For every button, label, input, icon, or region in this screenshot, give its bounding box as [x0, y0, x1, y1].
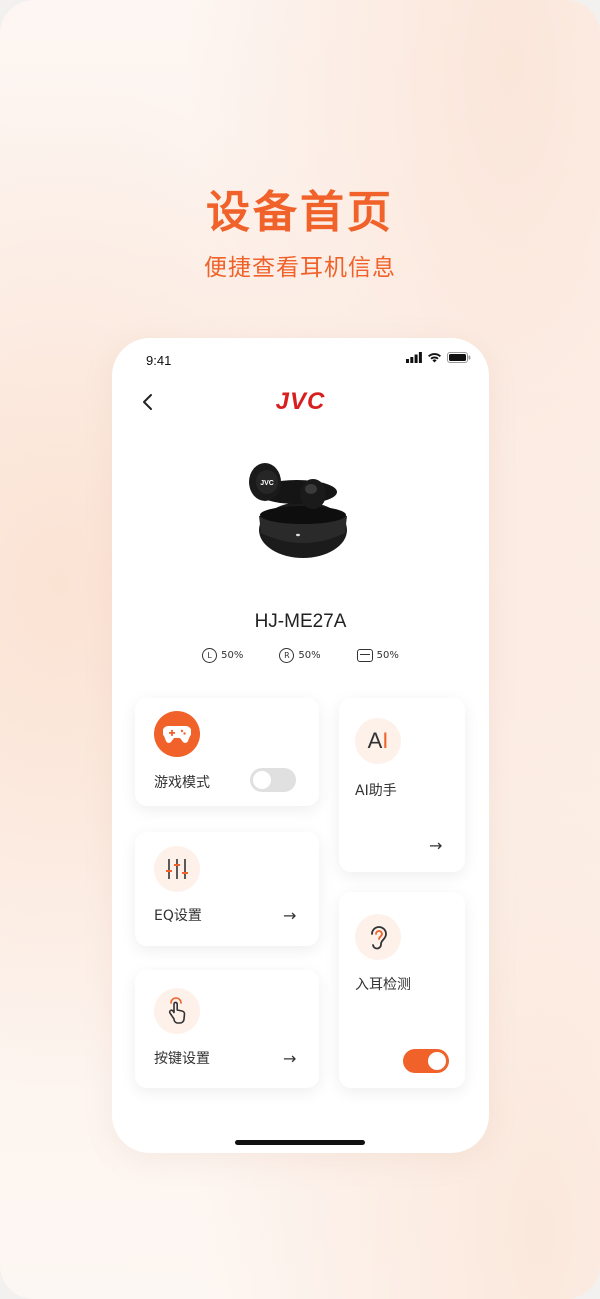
eq-icon-bubble: [154, 846, 200, 892]
battery-case: 50%: [356, 648, 399, 663]
signal-icon: [406, 352, 422, 363]
left-earbud-icon: L: [202, 648, 218, 663]
toggle-knob: [253, 771, 271, 789]
eq-card[interactable]: EQ设置 →: [135, 832, 319, 946]
battery-right: R 50%: [279, 648, 321, 663]
battery-right-value: 50%: [298, 650, 321, 661]
touch-icon: [168, 997, 186, 1024]
case-icon: [356, 649, 373, 662]
home-indicator[interactable]: [235, 1140, 365, 1145]
in-ear-card: 入耳检测: [339, 892, 465, 1088]
earbuds-image: JVC: [249, 463, 347, 558]
svg-text:JVC: JVC: [260, 480, 274, 487]
battery-case-value: 50%: [376, 650, 399, 661]
hero-title: 设备首页: [206, 187, 394, 238]
ear-icon-bubble: [355, 914, 401, 960]
page: 设备首页 便捷查看耳机信息 9:41 JVC JVC HJ-ME27A L 50…: [0, 0, 600, 1299]
status-time: 9:41: [146, 353, 172, 368]
equalizer-icon: [166, 859, 188, 879]
hero-subtitle: 便捷查看耳机信息: [204, 255, 396, 281]
keys-label: 按键设置: [154, 1051, 210, 1067]
ai-arrow-icon[interactable]: →: [429, 836, 442, 855]
status-icons: [406, 352, 471, 363]
battery-left-value: 50%: [221, 650, 244, 661]
game-mode-card: 游戏模式: [135, 698, 319, 806]
ai-icon: AI: [367, 728, 389, 753]
battery-status-icon: [447, 352, 471, 363]
ai-assistant-label: AI助手: [355, 783, 397, 799]
gamepad-icon: [163, 725, 191, 743]
ear-icon: [371, 926, 387, 950]
keys-card[interactable]: 按键设置 →: [135, 970, 319, 1088]
eq-arrow-icon[interactable]: →: [283, 906, 296, 925]
brand-logo: JVC: [275, 388, 326, 415]
right-earbud-icon: R: [279, 648, 295, 663]
ai-assistant-card[interactable]: AI AI助手 →: [339, 698, 465, 872]
device-model: HJ-ME27A: [254, 611, 347, 632]
eq-label: EQ设置: [154, 908, 202, 924]
toggle-knob: [428, 1052, 446, 1070]
phone-screen: 9:41 JVC JVC HJ-ME27A L 50% R 50% 50% 游戏…: [112, 338, 489, 1153]
game-icon-bubble: [154, 711, 200, 757]
wifi-icon: [428, 353, 441, 363]
keys-arrow-icon[interactable]: →: [283, 1049, 296, 1068]
keys-icon-bubble: [154, 988, 200, 1034]
in-ear-toggle[interactable]: [403, 1049, 449, 1073]
game-mode-label: 游戏模式: [154, 775, 210, 791]
in-ear-label: 入耳检测: [355, 977, 411, 993]
battery-row: L 50% R 50% 50%: [112, 648, 489, 663]
game-mode-toggle[interactable]: [250, 768, 296, 792]
battery-left: L 50%: [202, 648, 243, 663]
ai-icon-bubble: AI: [355, 718, 401, 764]
